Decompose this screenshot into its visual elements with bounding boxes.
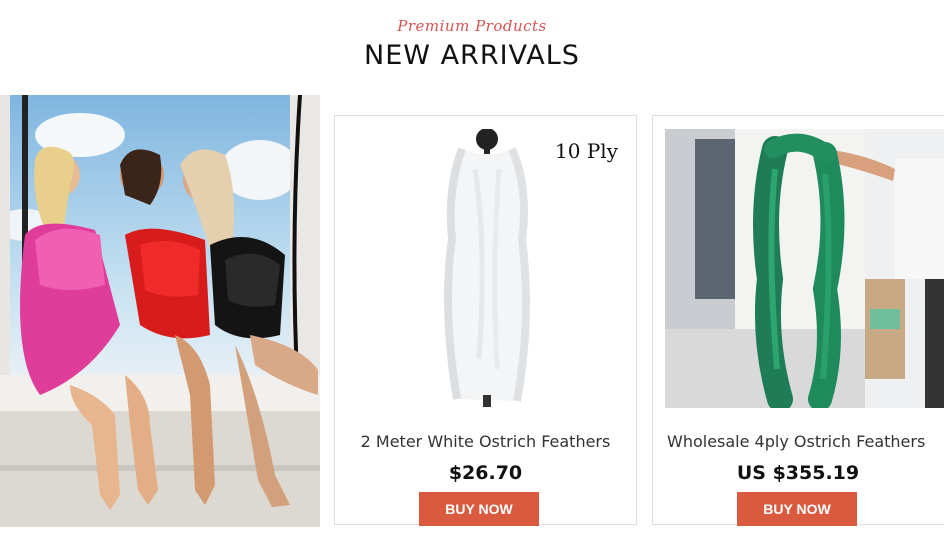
section-subtitle: Premium Products bbox=[397, 17, 547, 35]
ply-badge: 10 Ply bbox=[555, 139, 618, 163]
green-feather-boa-illustration bbox=[665, 129, 944, 408]
product-card[interactable]: Wholesale 4ply Ostrich Feathers US $355.… bbox=[652, 115, 944, 526]
section-header: Premium Products NEW ARRIVALS bbox=[0, 16, 944, 74]
hero-illustration bbox=[0, 95, 320, 527]
product-price: US $355.19 bbox=[736, 462, 860, 484]
product-price: $26.70 bbox=[448, 462, 523, 484]
product-name[interactable]: 2 Meter White Ostrich Feathers bbox=[335, 432, 636, 451]
product-card[interactable]: 10 Ply 2 Meter White Ostrich Feathers $2… bbox=[334, 115, 637, 526]
product-name[interactable]: Wholesale 4ply Ostrich Feathers bbox=[653, 432, 944, 451]
buy-now-button[interactable]: BUY NOW bbox=[737, 492, 857, 526]
white-feather-boa-illustration bbox=[444, 129, 530, 407]
buy-now-button[interactable]: BUY NOW bbox=[419, 492, 539, 526]
product-image[interactable]: 10 Ply bbox=[347, 129, 626, 408]
hero-lifestyle-image[interactable] bbox=[0, 95, 320, 527]
section-title: NEW ARRIVALS bbox=[364, 40, 580, 71]
product-image[interactable] bbox=[665, 129, 944, 408]
